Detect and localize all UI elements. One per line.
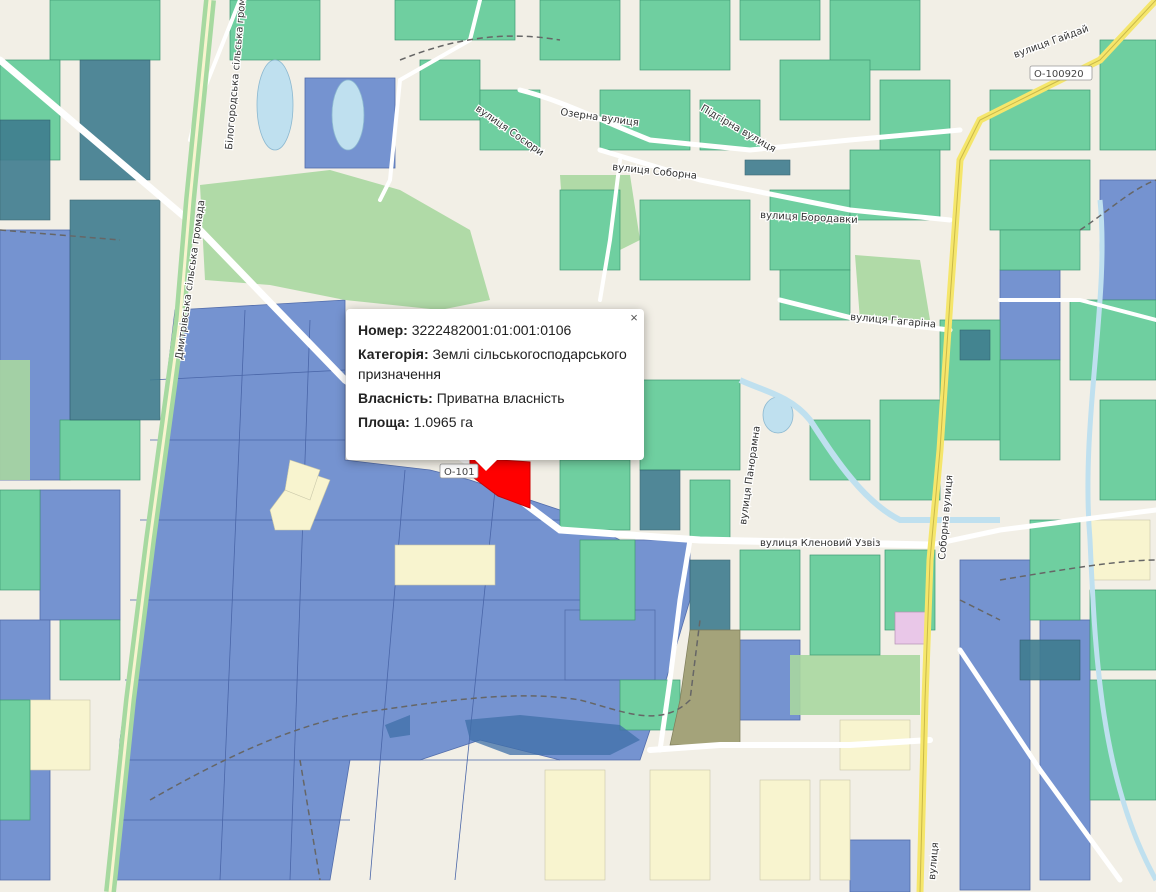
popup-ownership-value: Приватна власність: [436, 390, 565, 406]
popup-number-row: Номер: 3222482001:01:001:0106: [358, 320, 632, 340]
road-code-badge-1: О-100920: [1029, 65, 1093, 81]
road-code-1: О-100920: [1034, 69, 1084, 80]
popup-area-row: Площа: 1.0965 га: [358, 412, 632, 432]
popup-ownership-label: Власність:: [358, 390, 433, 406]
street-label-klenovyi: вулиця Кленовий Узвіз: [760, 537, 880, 549]
popup-area-label: Площа:: [358, 414, 410, 430]
popup-category-label: Категорія:: [358, 346, 429, 362]
popup-number-value: 3222482001:01:001:0106: [411, 322, 572, 338]
popup-ownership-row: Власність: Приватна власність: [358, 388, 632, 408]
popup-number-label: Номер:: [358, 322, 408, 338]
parcel-info-popup: × Номер: 3222482001:01:001:0106 Категорі…: [346, 309, 644, 460]
road-code-badge-2: О-101: [439, 463, 479, 479]
pink-parcel: [894, 611, 928, 645]
popup-close-button[interactable]: ×: [628, 310, 640, 326]
popup-pointer-tip: [474, 459, 498, 471]
popup-category-row: Категорія: Землі сільськогосподарського …: [358, 344, 632, 384]
road-code-2: О-101: [444, 467, 475, 478]
popup-area-value: 1.0965 га: [413, 414, 473, 430]
